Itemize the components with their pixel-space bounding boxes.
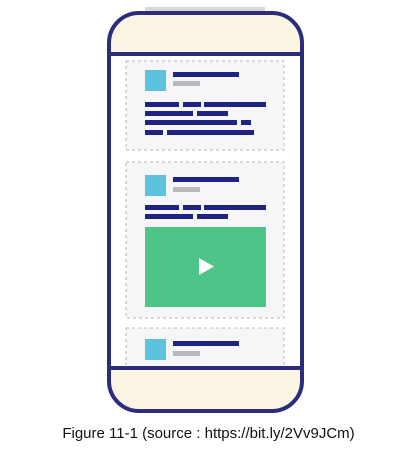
feed-card — [125, 161, 285, 319]
text-line — [197, 214, 228, 219]
feed — [125, 60, 285, 365]
author-meta-line — [173, 187, 200, 192]
author-name-line — [173, 72, 239, 77]
figure-caption: Figure 11-1 (source : https://bit.ly/2Vv… — [62, 425, 355, 442]
text-line — [145, 102, 179, 107]
avatar-icon — [145, 70, 166, 91]
text-line — [145, 214, 193, 219]
text-line — [204, 102, 266, 107]
text-line — [145, 130, 163, 135]
author-name-line — [173, 341, 239, 346]
text-line — [204, 205, 266, 210]
author-meta-line — [173, 81, 200, 86]
text-line — [145, 205, 179, 210]
feed-card — [125, 60, 285, 151]
text-line — [241, 120, 251, 125]
avatar-icon — [145, 339, 166, 360]
text-line — [197, 111, 228, 116]
author-name-line — [173, 177, 239, 182]
text-line — [145, 120, 237, 125]
text-line — [183, 205, 201, 210]
author-meta-line — [173, 351, 200, 356]
avatar-icon — [145, 175, 166, 196]
text-line — [183, 102, 201, 107]
text-line — [167, 130, 254, 135]
text-line — [145, 111, 193, 116]
phone-figure — [107, 7, 304, 413]
